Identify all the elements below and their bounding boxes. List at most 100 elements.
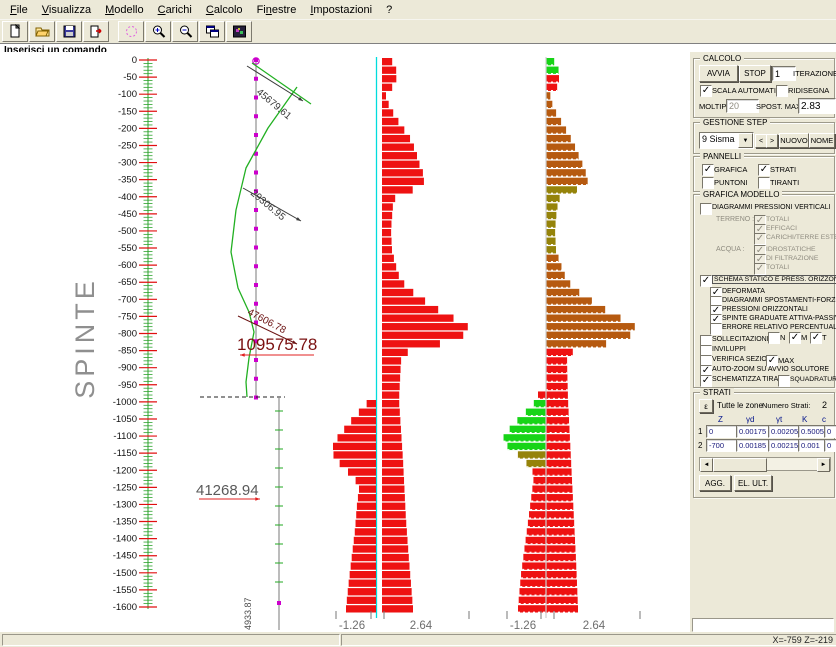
moltip-field[interactable]: 20: [726, 99, 759, 113]
menu-item-calcolo[interactable]: Calcolo: [199, 2, 250, 18]
errore-relativo-percentuale-checkbox[interactable]: [710, 323, 722, 335]
step-combobox[interactable]: 9 Sisma▼: [699, 132, 754, 149]
svg-text:-950: -950: [118, 380, 137, 391]
diagram-scale-spinte-graduate-attiva-passiva: -1.262.64: [507, 611, 640, 632]
avvia-button[interactable]: AVVIA: [699, 65, 738, 82]
open-folder-button[interactable]: [29, 21, 55, 42]
svg-text:-800: -800: [118, 329, 137, 340]
nuovo-button[interactable]: NUOVO: [779, 133, 809, 148]
strati-cell-r1c2[interactable]: 0.00175: [736, 425, 772, 438]
menu-item-visualizza[interactable]: Visualizza: [35, 2, 98, 18]
strati-cell-r1c3[interactable]: 0.00205: [768, 425, 802, 438]
acqua-idrostatiche-label: IDROSTATICHE: [766, 246, 816, 253]
pannelli-grafica-label: GRAFICA: [714, 165, 747, 174]
svg-text:-50: -50: [123, 72, 137, 83]
menu-item-carichi[interactable]: Carichi: [151, 2, 199, 18]
zoom-out-icon: [178, 24, 193, 39]
pannelli-strati-checkbox[interactable]: ✓: [758, 164, 770, 176]
svg-text:-350: -350: [118, 175, 137, 186]
nmt-n-checkbox[interactable]: [768, 332, 780, 344]
terreno-carichi-terre-esterni-checkbox[interactable]: ✓: [754, 233, 766, 245]
diagrammi-pressioni-checkbox[interactable]: [700, 203, 712, 215]
group-calcolo-title: CALCOLO: [700, 54, 744, 63]
scroll-left-icon[interactable]: ◄: [700, 458, 713, 472]
scrollbar-track[interactable]: [767, 458, 817, 470]
force-annotation: 29306.95: [248, 188, 287, 224]
zoom-in-button[interactable]: [145, 21, 171, 42]
bitmap-capture-button[interactable]: [226, 21, 252, 42]
panel-bottom-strip: [692, 618, 834, 632]
diagrammi-pressioni-label: DIAGRAMMI PRESSIONI VERTICALI: [712, 204, 831, 211]
app-window: { "menu": { "items": [ {"label": "File",…: [0, 0, 836, 647]
strati-cell-r2c5[interactable]: 0: [824, 439, 836, 452]
acqua-totali-checkbox[interactable]: ✓: [754, 263, 766, 275]
svg-text:-550: -550: [118, 243, 137, 254]
pannelli-grafica-checkbox[interactable]: ✓: [702, 164, 714, 176]
svg-text:0: 0: [132, 55, 137, 66]
strati-cell-r2c1[interactable]: -700: [706, 439, 740, 452]
nmt-m-checkbox[interactable]: ✓: [789, 332, 801, 344]
numero-strati-value: 2: [822, 400, 827, 410]
nmt-t-label: T: [822, 333, 827, 342]
svg-text:-450: -450: [118, 209, 137, 220]
cascade-windows-icon: [205, 24, 220, 39]
spinte-axis-title: SPINTE: [70, 277, 100, 399]
zoom-in-icon: [151, 24, 166, 39]
strati-cell-r2c2[interactable]: 0.00185: [736, 439, 772, 452]
cascade-windows-button[interactable]: [199, 21, 225, 42]
moltip-label: MOLTIP:: [699, 102, 728, 111]
menu-item-finestre[interactable]: Finestre: [250, 2, 304, 18]
scale-max-label: 2.64: [410, 620, 433, 632]
terreno-carichi-terre-esterni-label: CARICHI/TERRE ESTERNI: [766, 234, 836, 241]
nmt-t-checkbox[interactable]: ✓: [810, 332, 822, 344]
agg-button[interactable]: AGG.: [699, 475, 731, 491]
strati-scrollbar[interactable]: ◄►: [699, 457, 831, 471]
export-door-icon: [89, 24, 104, 39]
drawing-canvas[interactable]: 0-50-100-150-200-250-300-350-400-450-500…: [0, 52, 690, 632]
pannelli-puntoni-checkbox[interactable]: [702, 177, 714, 189]
selection-circle-button[interactable]: [118, 21, 144, 42]
el-ult-button[interactable]: EL. ULT.: [734, 475, 772, 491]
svg-text:-1350: -1350: [113, 517, 137, 528]
scrollbar-thumb[interactable]: [713, 458, 767, 472]
strati-cell-r1c5[interactable]: 0: [824, 425, 836, 438]
export-door-button[interactable]: [83, 21, 109, 42]
svg-text:-1150: -1150: [113, 448, 137, 459]
scroll-right-icon[interactable]: ►: [817, 458, 830, 472]
scale-max-label: 2.64: [583, 620, 606, 632]
open-folder-icon: [35, 24, 50, 39]
strati-header-5: c: [822, 415, 826, 424]
scala-automatica-checkbox[interactable]: ✓: [700, 85, 712, 97]
spost-max-field[interactable]: 2.83: [798, 98, 836, 114]
inviluppi-label: INVILUPPI: [712, 346, 746, 353]
svg-text:-900: -900: [118, 363, 137, 374]
zoom-out-button[interactable]: [172, 21, 198, 42]
strati-cell-r1c1[interactable]: 0: [706, 425, 740, 438]
step-next-button[interactable]: >: [766, 134, 778, 148]
combo-arrow-icon[interactable]: ▼: [738, 133, 753, 148]
menu-item-modello[interactable]: Modello: [98, 2, 151, 18]
bitmap-capture-icon: [232, 24, 247, 39]
svg-text:-700: -700: [118, 294, 137, 305]
schema-statico-checkbox[interactable]: ✓: [700, 275, 712, 287]
nome-button[interactable]: NOME: [809, 133, 835, 148]
ridisegna-checkbox[interactable]: [776, 85, 788, 97]
strati-header-4: K: [802, 415, 807, 424]
menu-item-impostazioni[interactable]: Impostazioni: [303, 2, 379, 18]
acqua-di-filtrazione-label: DI FILTRAZIONE: [766, 255, 818, 262]
new-file-button[interactable]: [2, 21, 28, 42]
epsilon-button[interactable]: ε: [699, 399, 713, 413]
save-floppy-button[interactable]: [56, 21, 82, 42]
pannelli-strati-label: STRATI: [770, 165, 796, 174]
terreno-label: TERRENO :: [716, 216, 754, 223]
schematizza-tiranti-checkbox[interactable]: ✓: [700, 375, 712, 387]
svg-text:-1400: -1400: [113, 534, 137, 545]
stop-button[interactable]: STOP: [739, 65, 771, 82]
pannelli-tiranti-checkbox[interactable]: [758, 177, 770, 189]
strati-cell-r2c3[interactable]: 0.00215: [768, 439, 802, 452]
toolbar: [0, 19, 836, 43]
menu-item-item[interactable]: ?: [379, 2, 399, 18]
squadratura-checkbox[interactable]: [778, 375, 790, 387]
selection-circle-icon: [124, 24, 139, 39]
menu-item-file[interactable]: File: [3, 2, 35, 18]
